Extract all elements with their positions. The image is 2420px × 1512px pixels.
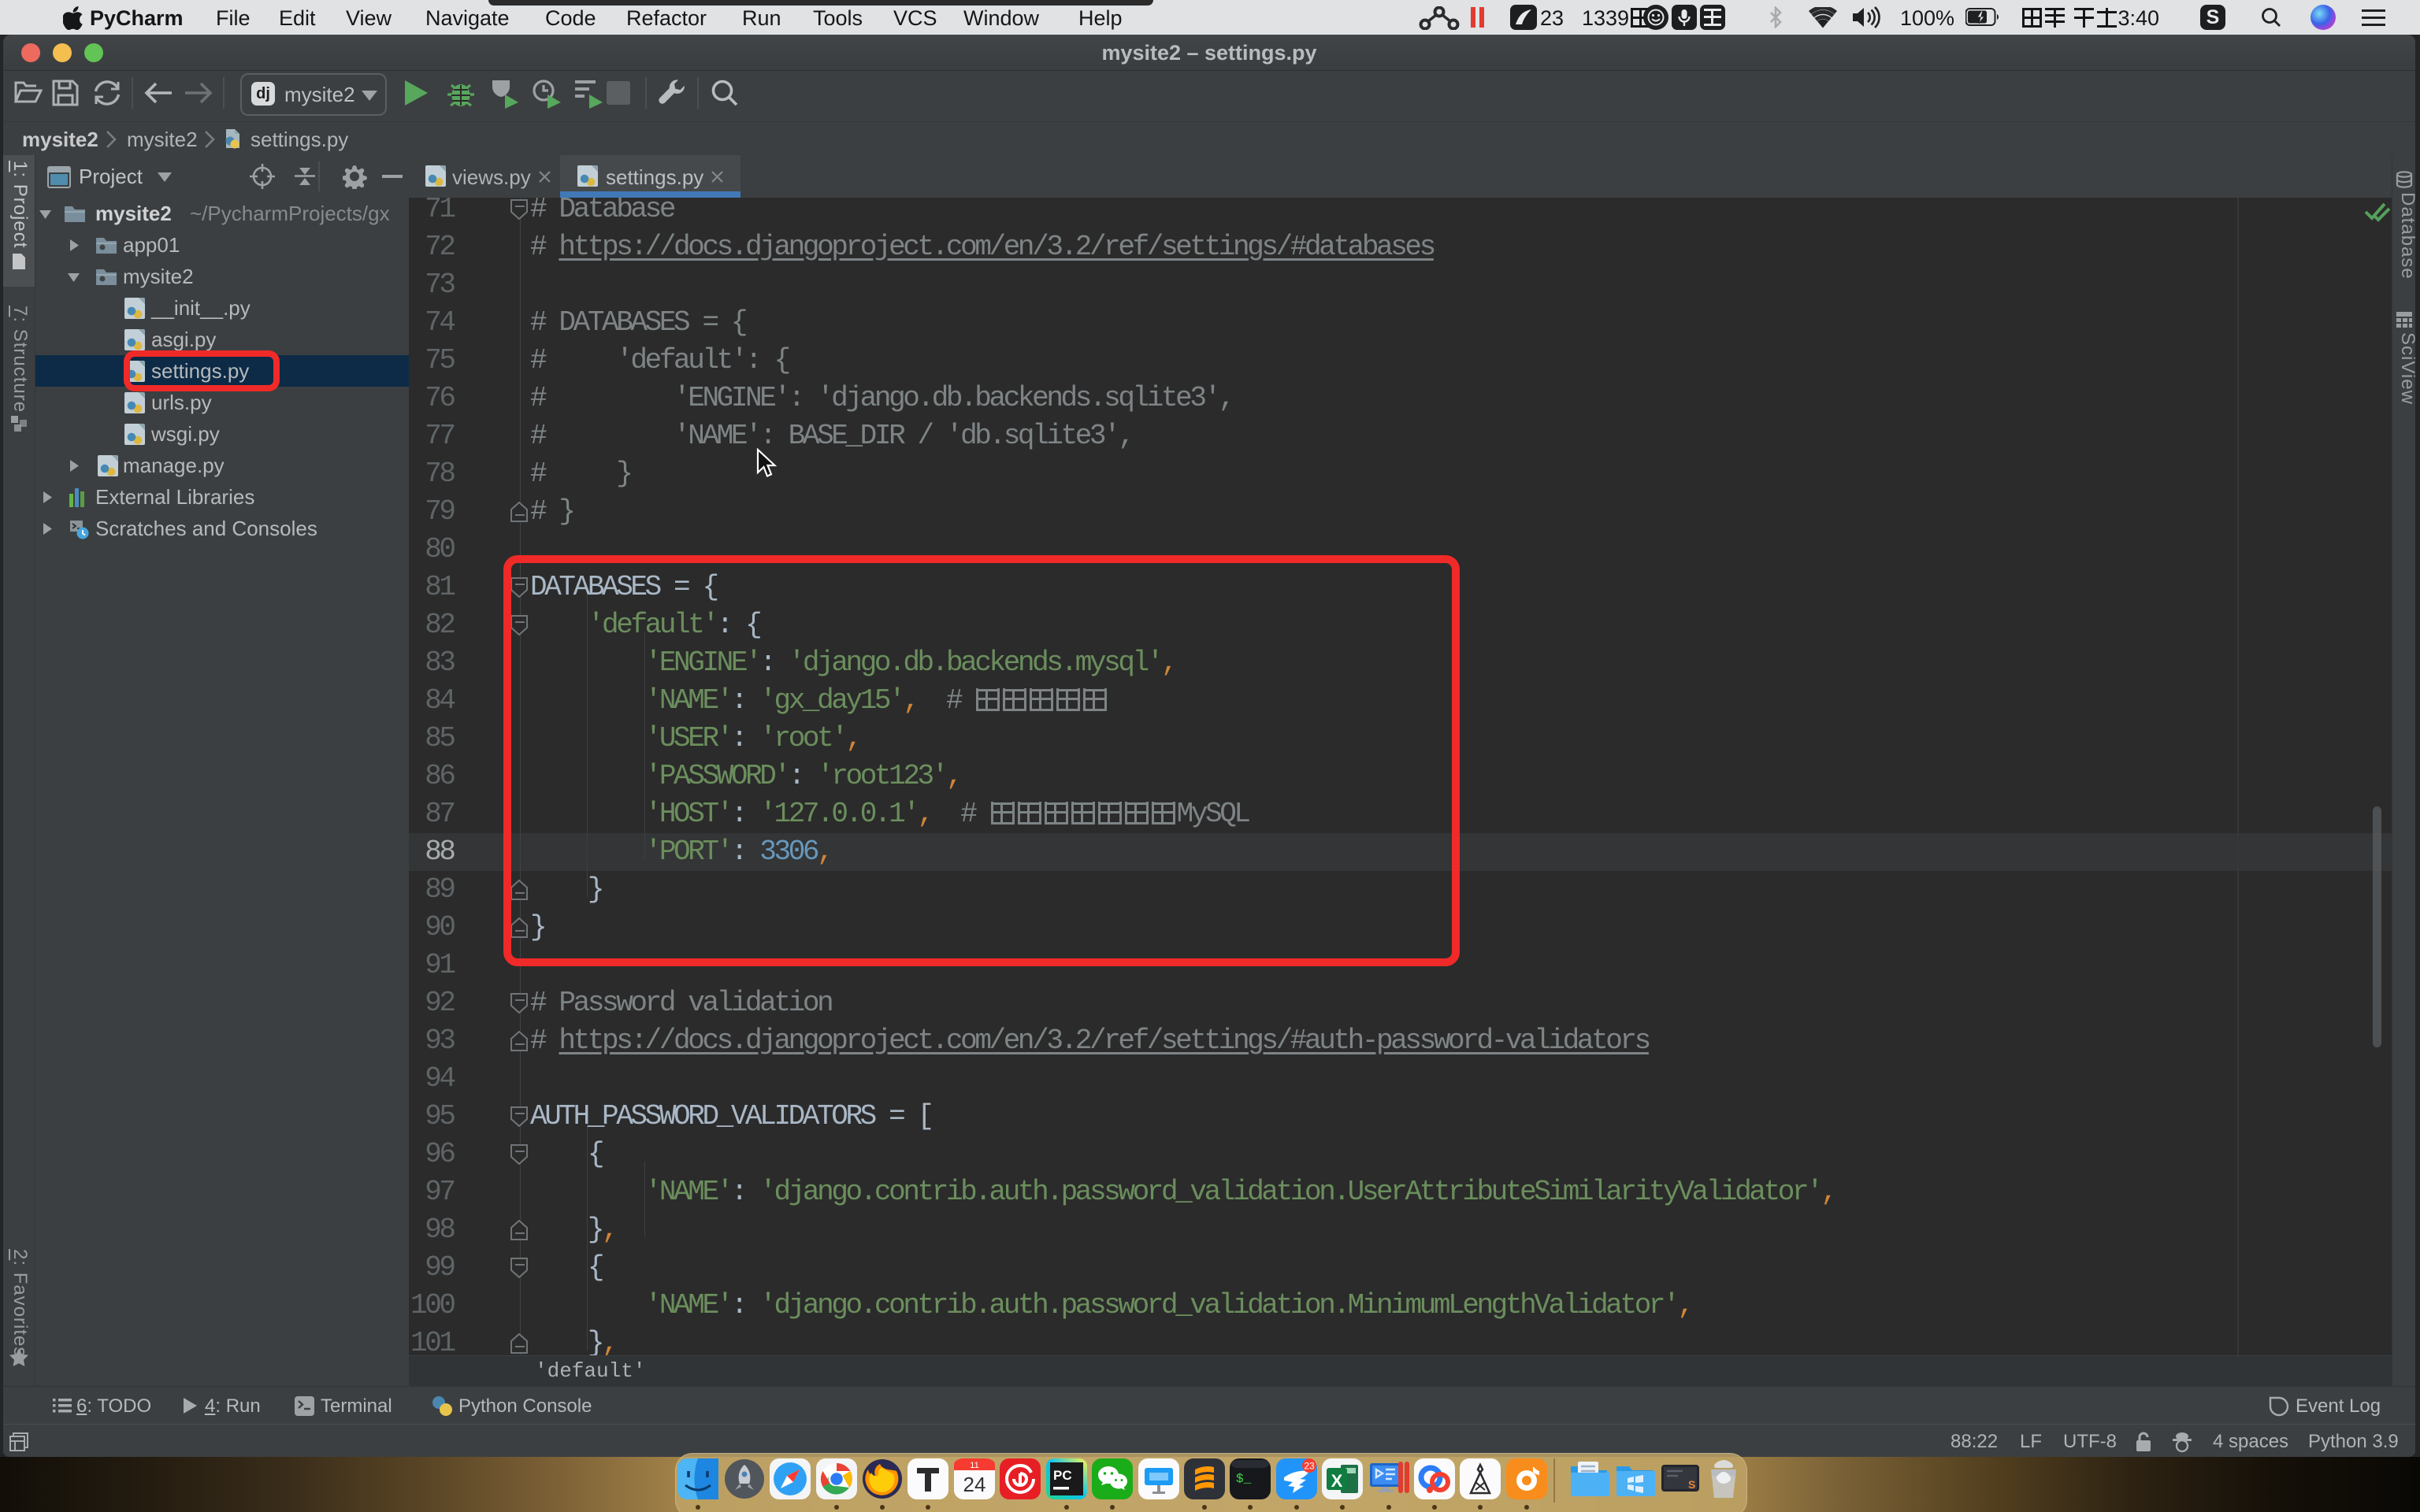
svg-text:11: 11 xyxy=(970,1461,978,1470)
svg-text:S: S xyxy=(1688,1478,1695,1491)
svg-text:$_: $_ xyxy=(1236,1472,1252,1486)
svg-text:PC: PC xyxy=(1053,1468,1072,1483)
svg-text:24: 24 xyxy=(963,1473,986,1496)
svg-text:23: 23 xyxy=(1304,1461,1315,1472)
svg-text:X: X xyxy=(1331,1471,1343,1491)
